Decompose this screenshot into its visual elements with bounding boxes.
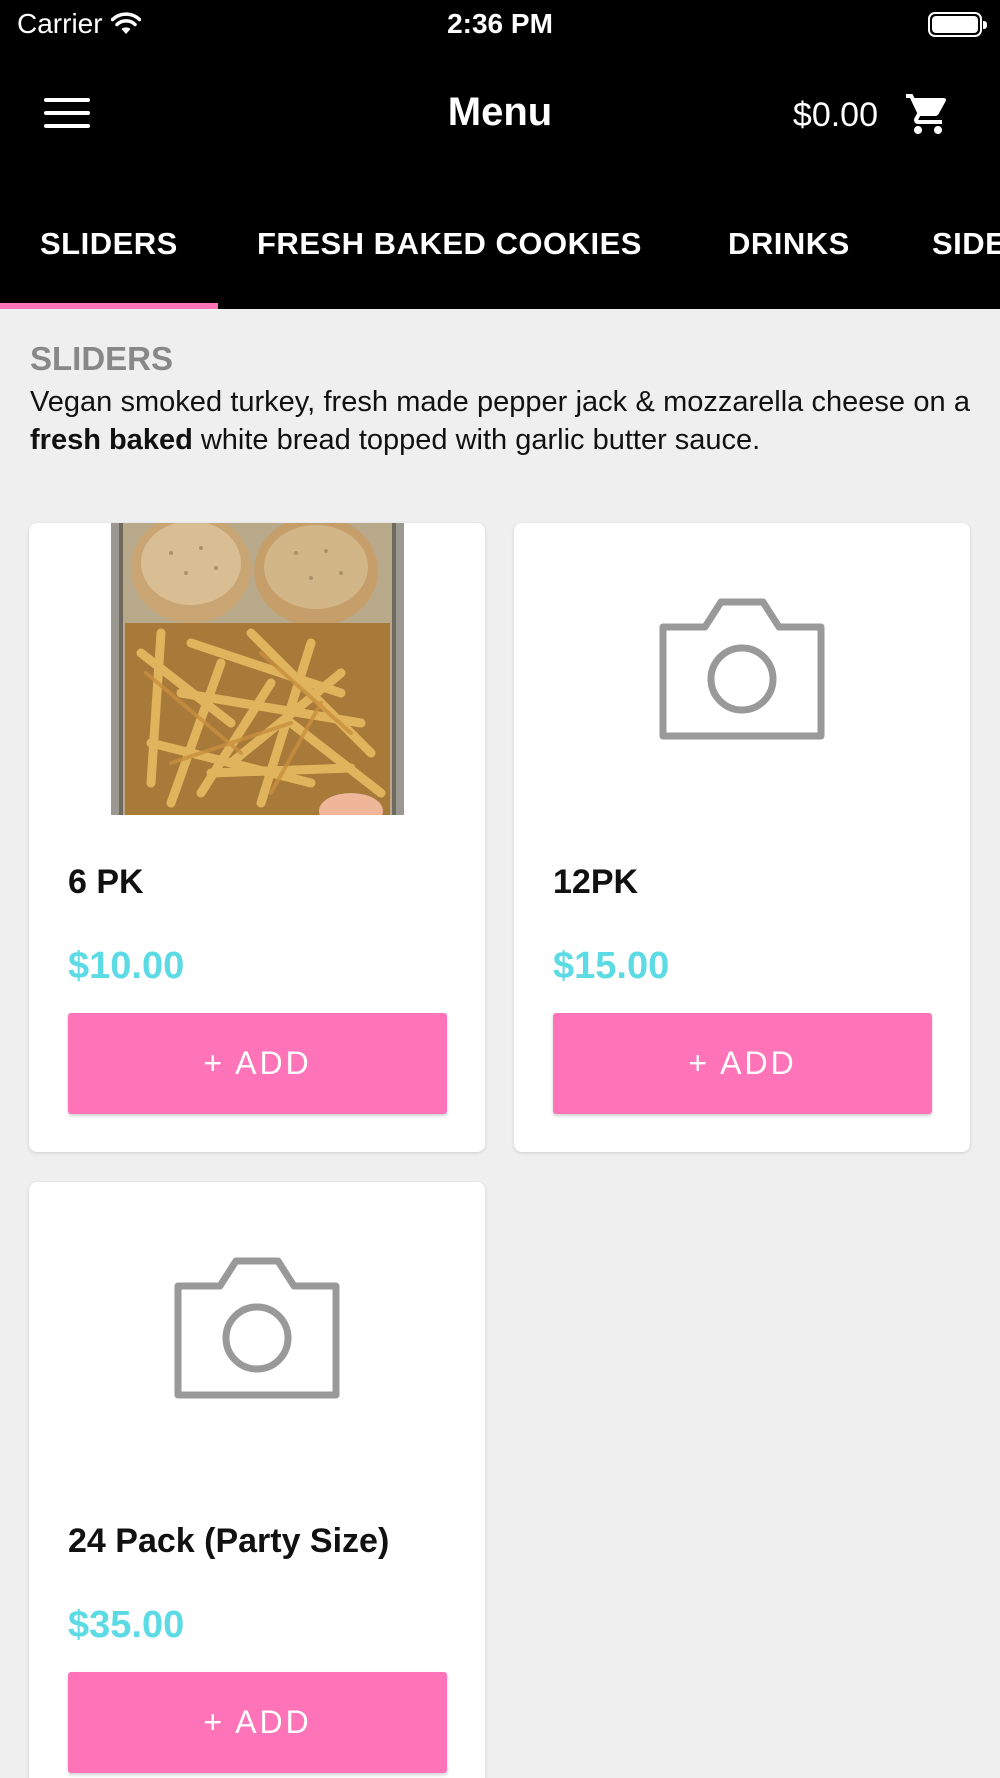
product-price: $10.00 bbox=[68, 945, 185, 987]
cart-total[interactable]: $0.00 bbox=[793, 96, 878, 135]
product-name: 6 PK bbox=[68, 863, 144, 901]
camera-placeholder-icon bbox=[174, 1257, 340, 1398]
status-bar: Carrier 2:36 PM bbox=[0, 0, 1000, 50]
product-price: $15.00 bbox=[553, 945, 670, 987]
status-time: 2:36 PM bbox=[447, 8, 553, 39]
tab-fresh-baked-cookies[interactable]: FRESH BAKED COOKIES bbox=[257, 226, 642, 262]
battery-icon bbox=[928, 12, 987, 37]
shopping-cart-icon[interactable] bbox=[904, 90, 952, 138]
add-to-cart-button[interactable]: + ADD bbox=[68, 1013, 447, 1114]
active-tab-indicator bbox=[0, 303, 218, 309]
category-description: Vegan smoked turkey, fresh made pepper j… bbox=[30, 386, 970, 456]
camera-placeholder-icon bbox=[659, 598, 825, 739]
tab-sliders[interactable]: SLIDERS bbox=[40, 226, 178, 262]
app-header: Menu $0.00 bbox=[0, 50, 1000, 182]
tab-sides[interactable]: SIDES bbox=[932, 226, 1000, 262]
product-card[interactable]: 6 PK $10.00 + ADD bbox=[29, 523, 485, 1152]
product-name: 24 Pack (Party Size) bbox=[68, 1522, 390, 1560]
product-card[interactable]: 24 Pack (Party Size) $35.00 + ADD bbox=[29, 1182, 485, 1778]
product-name: 12PK bbox=[553, 863, 639, 901]
product-image bbox=[29, 1182, 485, 1474]
add-to-cart-button[interactable]: + ADD bbox=[553, 1013, 932, 1114]
sliders-fries-photo bbox=[110, 523, 404, 815]
tab-drinks[interactable]: DRINKS bbox=[728, 226, 850, 262]
category-title: SLIDERS bbox=[30, 340, 174, 377]
category-tab-bar: SLIDERS FRESH BAKED COOKIES DRINKS SIDES bbox=[0, 182, 1000, 309]
product-image bbox=[514, 523, 970, 815]
product-image bbox=[29, 523, 485, 815]
add-to-cart-button[interactable]: + ADD bbox=[68, 1672, 447, 1773]
product-card[interactable]: 12PK $15.00 + ADD bbox=[514, 523, 970, 1152]
product-price: $35.00 bbox=[68, 1604, 185, 1646]
